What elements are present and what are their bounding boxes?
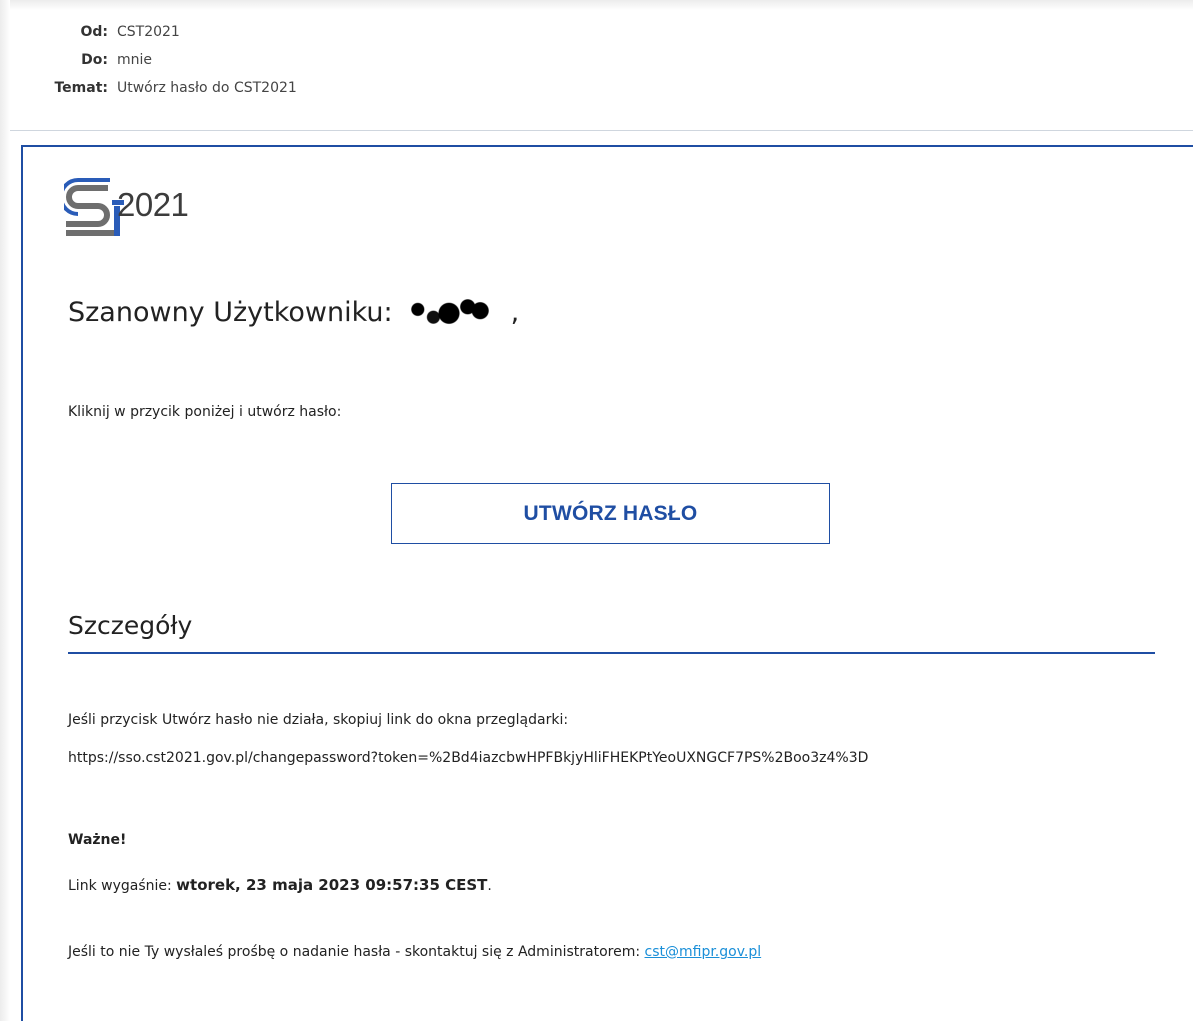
expiry-line: Link wygaśnie: wtorek, 23 maja 2023 09:5… bbox=[68, 876, 492, 894]
subject-label: Temat: bbox=[54, 80, 108, 96]
logo-text: 2021 bbox=[117, 186, 189, 223]
left-shadow bbox=[0, 0, 10, 1021]
greeting-text: Szanowny Użytkowniku: bbox=[68, 297, 393, 328]
expiry-prefix: Link wygaśnie: bbox=[68, 878, 177, 894]
reset-url: https://sso.cst2021.gov.pl/changepasswor… bbox=[68, 750, 869, 766]
create-password-button-label: UTWÓRZ HASŁO bbox=[523, 501, 698, 525]
expiry-suffix: . bbox=[487, 878, 492, 894]
from-value: CST2021 bbox=[117, 24, 180, 40]
create-password-button[interactable]: UTWÓRZ HASŁO bbox=[391, 483, 830, 544]
important-heading: Ważne! bbox=[68, 832, 127, 848]
greeting: Szanowny Użytkowniku:, bbox=[68, 297, 519, 328]
email-view: Od: CST2021 Do: mnie Temat: Utwórz hasło… bbox=[0, 0, 1193, 1021]
top-shadow bbox=[0, 0, 1193, 10]
cst2021-logo: 2021 bbox=[59, 178, 204, 242]
subject-value: Utwórz hasło do CST2021 bbox=[117, 80, 297, 96]
contact-line: Jeśli to nie Ty wysłaleś prośbę o nadani… bbox=[68, 944, 761, 960]
details-divider bbox=[68, 652, 1155, 654]
to-label-wrap: Do: bbox=[0, 49, 108, 71]
to-value: mnie bbox=[117, 52, 153, 68]
logo-mark-icon bbox=[59, 178, 124, 236]
redacted-username-mark bbox=[396, 299, 501, 325]
subject-label-wrap: Temat: bbox=[0, 77, 108, 99]
admin-email-link[interactable]: cst@mfipr.gov.pl bbox=[645, 944, 762, 960]
from-label: Od: bbox=[80, 24, 108, 40]
fallback-text: Jeśli przycisk Utwórz hasło nie działa, … bbox=[68, 712, 569, 728]
contact-text: Jeśli to nie Ty wysłaleś prośbę o nadani… bbox=[68, 944, 645, 960]
email-header bbox=[10, 10, 1193, 131]
from-label-wrap: Od: bbox=[0, 21, 108, 43]
to-label: Do: bbox=[81, 52, 108, 68]
expiry-date: wtorek, 23 maja 2023 09:57:35 CEST bbox=[176, 876, 488, 894]
instruction-text: Kliknij w przycik poniżej i utwórz hasło… bbox=[68, 404, 342, 420]
details-heading: Szczegóły bbox=[68, 611, 193, 640]
greeting-suffix: , bbox=[510, 297, 520, 328]
